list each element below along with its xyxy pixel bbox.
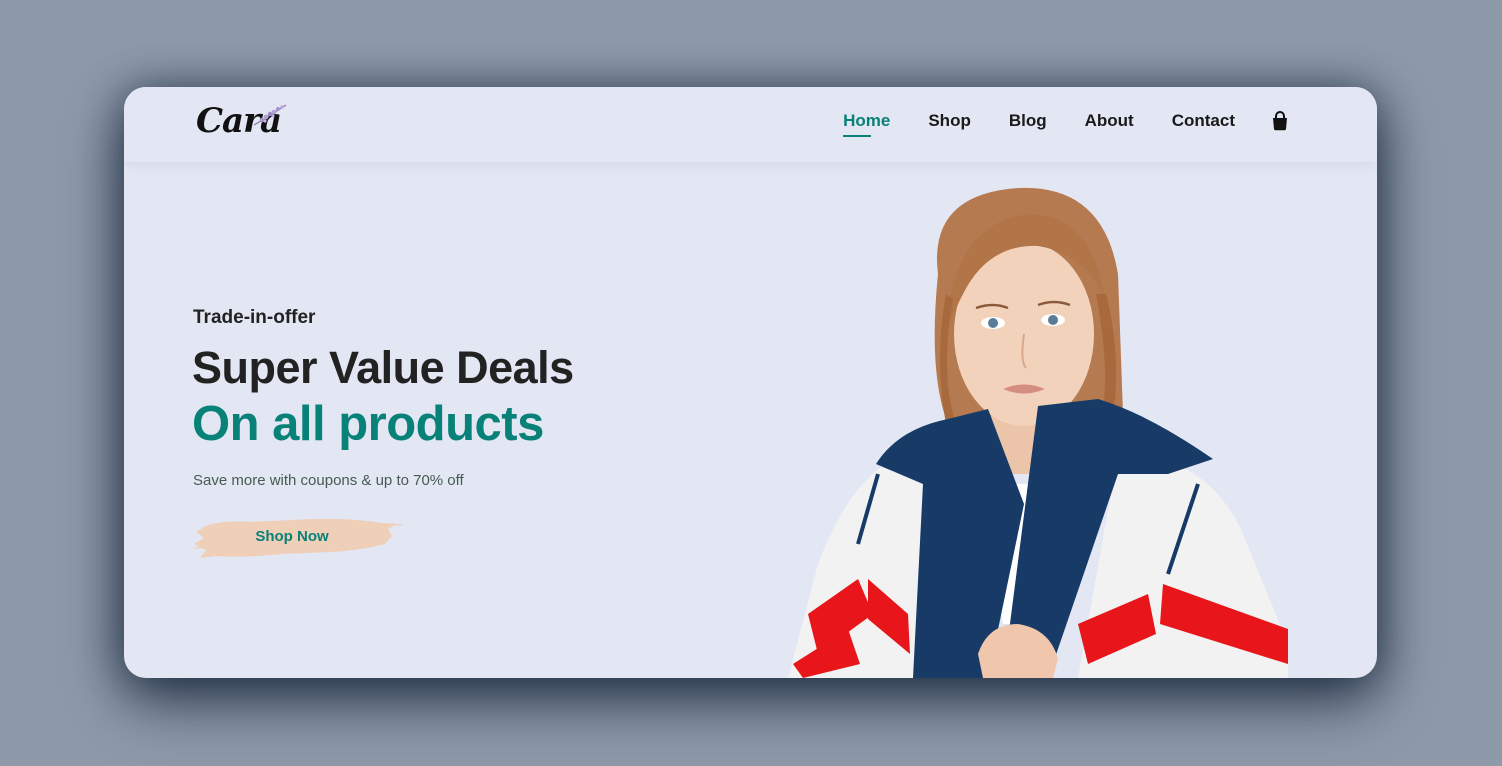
site-header: Cara Home Shop Blog About Contact [124, 87, 1377, 162]
shop-now-button[interactable]: Shop Now [192, 514, 404, 564]
lavender-sprig-icon [253, 104, 287, 126]
hero-highlight: On all products [192, 397, 544, 451]
nav-item-contact[interactable]: Contact [1172, 111, 1235, 131]
shopping-bag-icon[interactable] [1271, 111, 1289, 131]
hero-model-image [788, 187, 1288, 678]
nav-item-blog[interactable]: Blog [1009, 111, 1047, 131]
hero-headline: Super Value Deals [192, 342, 574, 393]
shop-now-label: Shop Now [255, 528, 329, 545]
nav-item-shop[interactable]: Shop [928, 111, 971, 131]
brand-logo[interactable]: Cara [194, 95, 294, 150]
hero-eyebrow: Trade-in-offer [193, 307, 316, 328]
nav-item-home[interactable]: Home [843, 111, 890, 137]
hero-section: Trade-in-offer Super Value Deals On all … [124, 162, 1377, 678]
browser-window: Cara Home Shop Blog About Contact Trade-… [124, 87, 1377, 678]
main-nav: Home Shop Blog About Contact [805, 111, 1289, 137]
nav-item-about[interactable]: About [1085, 111, 1134, 131]
hero-subtext: Save more with coupons & up to 70% off [193, 472, 464, 489]
